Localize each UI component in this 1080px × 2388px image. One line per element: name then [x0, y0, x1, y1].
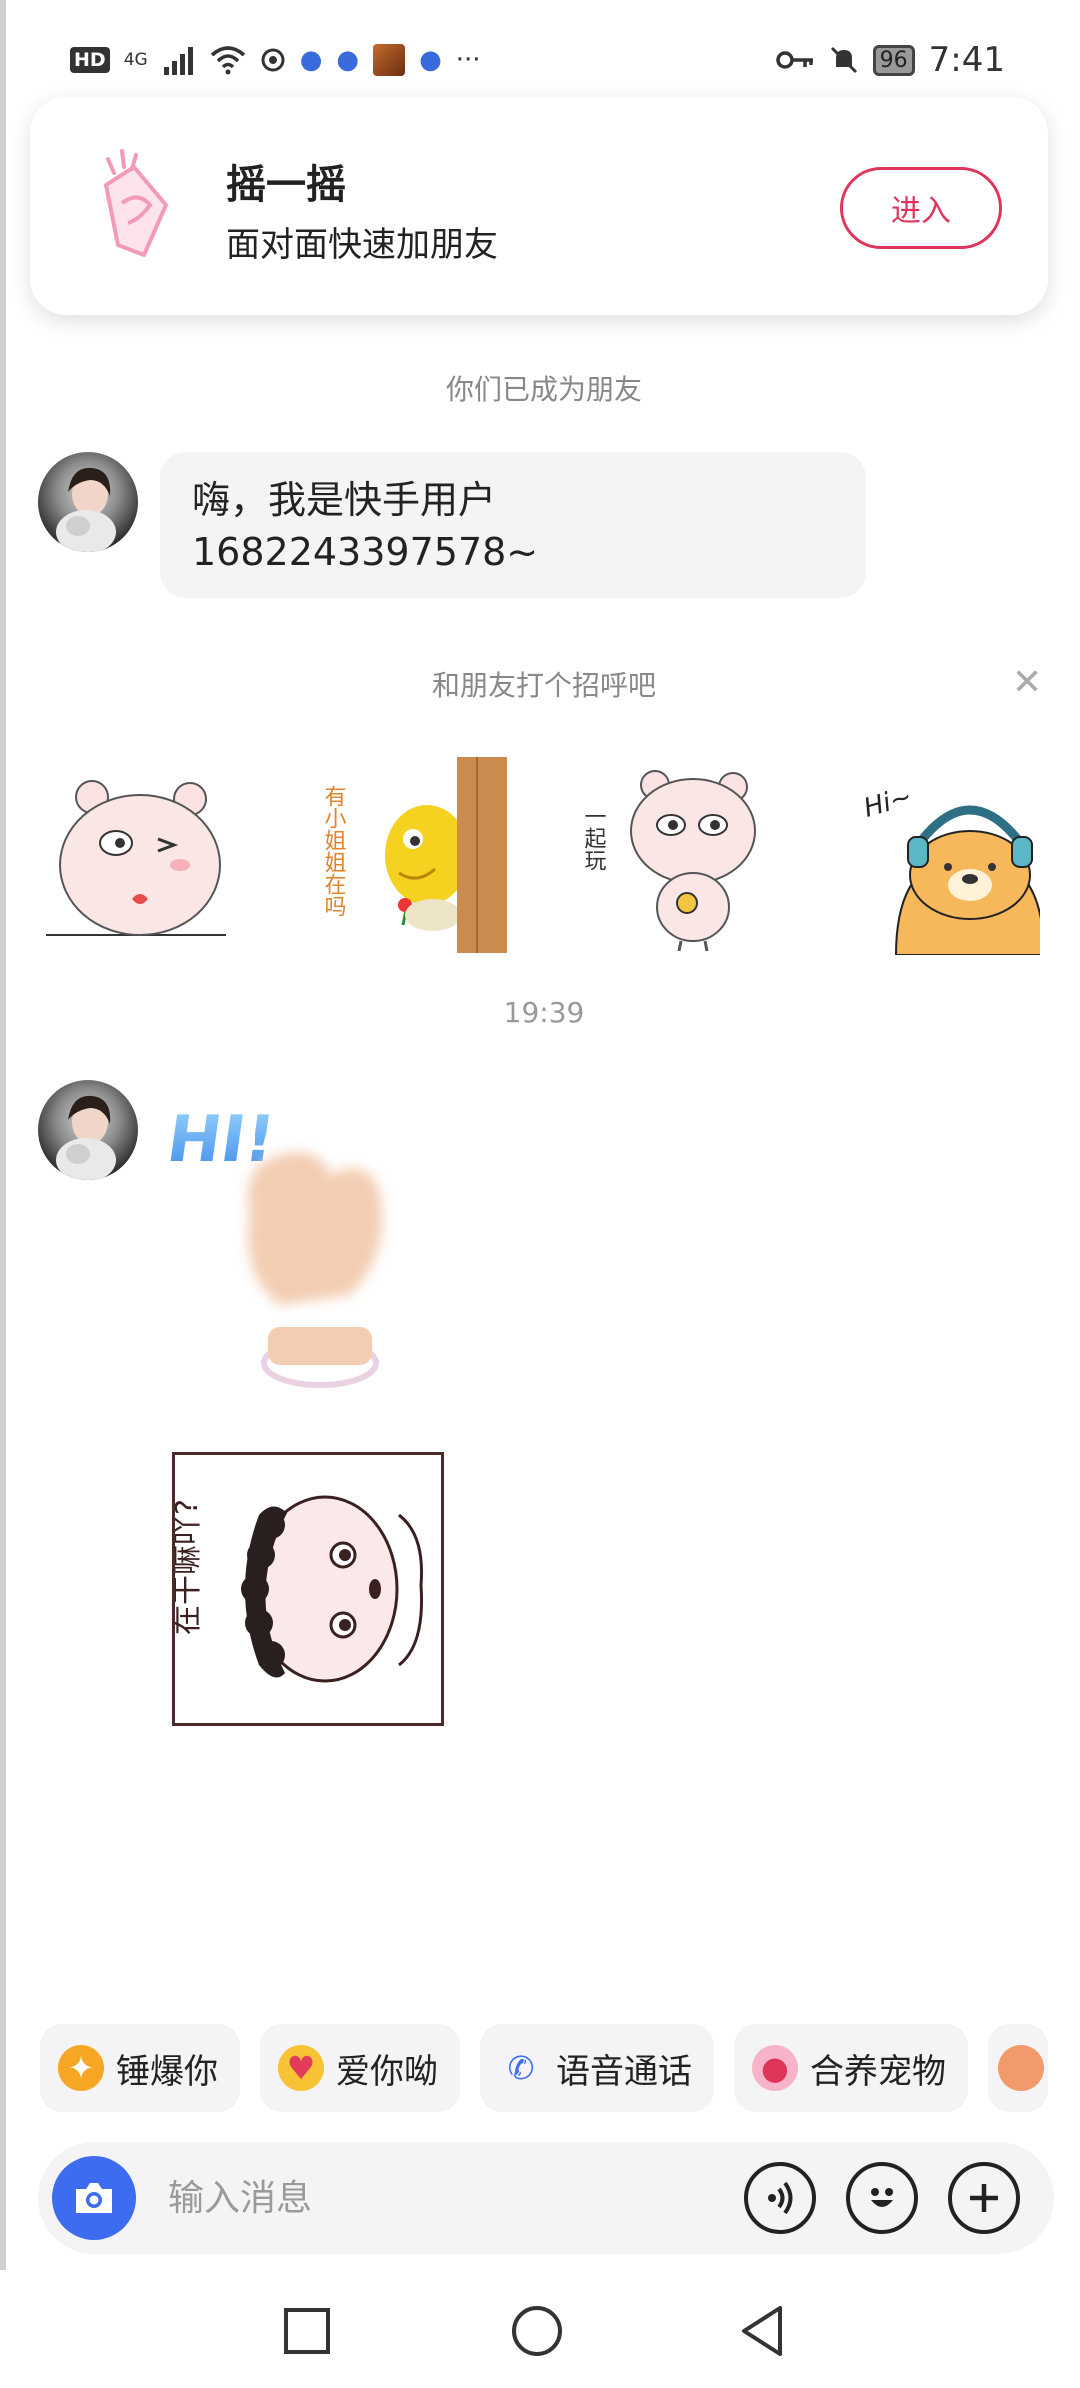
pet-icon: ● [752, 2045, 798, 2091]
chip-label: 语音通话 [556, 2051, 692, 2092]
message-timestamp: 19:39 [503, 996, 585, 1029]
status-left: HD 4G ● ● ● ··· [70, 44, 481, 76]
box-sticker-text: 在干嘛吖? [175, 1499, 205, 1635]
system-nav-bar [0, 2270, 1080, 2388]
smiley-icon [871, 2188, 893, 2207]
shake-phone-icon [104, 149, 168, 257]
hammer-icon: ✦ [58, 2045, 104, 2091]
chip-label: 合养宠物 [810, 2051, 946, 2092]
sticker-bear-heart[interactable] [40, 755, 240, 955]
more-chip-icon [998, 2045, 1044, 2091]
plus-icon [970, 2184, 998, 2212]
key-icon [775, 51, 813, 69]
quick-actions: ✦ 锤爆你 ♥ 爱你呦 ✆ 语音通话 ● 合养宠物 [40, 2024, 1048, 2112]
sticker-drawing: 在干嘛吖? [170, 1495, 424, 1683]
left-edge [0, 0, 6, 2270]
friend-avatar[interactable] [38, 1080, 138, 1180]
sticker-bear-play[interactable]: 一起玩 [573, 755, 773, 955]
sync-icon [261, 48, 285, 72]
banner-title: 摇一摇 [226, 162, 346, 208]
emoji-button[interactable] [846, 2162, 918, 2234]
avatar-photo [56, 467, 116, 552]
paw-icon: ● [299, 45, 323, 75]
hd-indicator: HD [70, 47, 110, 73]
sticker-suggestions: 有小姐姐在吗 一起玩 Hi~ [40, 755, 1040, 955]
game-app-icon [373, 44, 406, 76]
chip-more[interactable] [988, 2024, 1048, 2112]
hi-wave-sticker[interactable]: HI! [170, 1095, 450, 1395]
sticker-hi-bear[interactable]: Hi~ [840, 755, 1040, 955]
mute-bell-icon [830, 46, 857, 74]
recents-square-icon[interactable] [272, 2296, 342, 2366]
status-right: 96 7:41 [775, 40, 1005, 80]
paw-icon: ● [419, 45, 442, 75]
banner-subtitle: 面对面快速加朋友 [226, 225, 498, 265]
sticker-peek-chick[interactable]: 有小姐姐在吗 [307, 755, 507, 955]
message-bubble[interactable]: 嗨，我是快手用户1682243397578~ [160, 452, 866, 598]
avatar-photo [56, 1095, 116, 1180]
sticker-text: Hi~ [860, 782, 915, 824]
message-input[interactable] [168, 2172, 728, 2224]
chip-label: 锤爆你 [116, 2051, 218, 2092]
chip-pet[interactable]: ● 合养宠物 [734, 2024, 968, 2112]
chip-label: 爱你呦 [336, 2051, 438, 2092]
shake-banner[interactable]: 摇一摇 面对面快速加朋友 进入 [30, 97, 1048, 315]
friend-notice: 你们已成为朋友 [445, 373, 642, 406]
chip-hammer[interactable]: ✦ 锤爆你 [40, 2024, 240, 2112]
add-button[interactable] [948, 2162, 1020, 2234]
friend-avatar[interactable] [38, 452, 138, 552]
paw-icon: ● [336, 45, 360, 75]
greet-prompt: 和朋友打个招呼吧 [431, 669, 656, 702]
camera-button[interactable] [52, 2156, 136, 2240]
clock: 7:41 [928, 40, 1005, 80]
heart-eyes-icon: ♥ [278, 2045, 324, 2091]
voice-button[interactable] [744, 2162, 816, 2234]
signal-icon [163, 47, 193, 75]
back-triangle-icon[interactable] [730, 2296, 800, 2366]
close-icon[interactable]: ✕ [1012, 662, 1042, 703]
camera-icon [76, 2183, 112, 2213]
battery-level: 96 [872, 44, 915, 76]
voice-wave-icon [768, 2181, 793, 2215]
enter-button[interactable]: 进入 [840, 167, 1002, 249]
sticker-text: 一起玩 [581, 805, 607, 871]
chip-love[interactable]: ♥ 爱你呦 [260, 2024, 460, 2112]
doing-what-sticker[interactable]: 在干嘛吖? [170, 1452, 444, 1726]
chip-voice-call[interactable]: ✆ 语音通话 [480, 2024, 714, 2112]
more-notifications: ··· [455, 45, 481, 75]
network-label: 4G [123, 50, 148, 70]
home-circle-icon[interactable] [502, 2296, 572, 2366]
wifi-icon [210, 46, 245, 75]
phone-icon: ✆ [507, 2049, 535, 2087]
message-input-bar [38, 2142, 1054, 2254]
sticker-text: 有小姐姐在吗 [320, 785, 346, 917]
